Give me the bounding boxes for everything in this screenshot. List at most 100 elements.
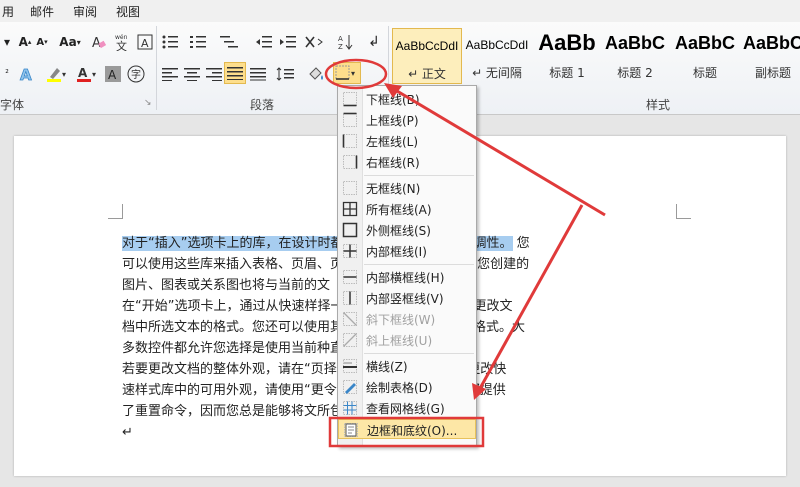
clear-formatting-icon[interactable]: A (88, 32, 108, 52)
body-text: 可以使用这些库来插入表格、页眉、页 (122, 257, 344, 272)
shrink-font-button[interactable]: A ▾ (34, 32, 50, 52)
menu-item-border-all[interactable]: 所有框线(A) (338, 199, 476, 219)
body-text: 若要更改文档的整体外观，请在“页 (122, 362, 324, 377)
menu-item-draw-table[interactable]: 绘制表格(D) (338, 377, 476, 397)
svg-text:A: A (108, 68, 117, 82)
border-top-icon (343, 112, 357, 127)
svg-text:Z: Z (338, 43, 343, 50)
menu-item-label: 右框线(R) (366, 156, 420, 170)
show-marks-icon[interactable]: ↲ (364, 32, 384, 52)
draw-table-icon (343, 380, 357, 394)
margin-corner-top-right (676, 204, 691, 219)
align-right-icon[interactable] (204, 64, 224, 84)
tab-mailings[interactable]: 邮件 (30, 3, 54, 20)
borders-dropdown-button[interactable]: ▾ (333, 62, 361, 84)
border-left-icon (342, 134, 357, 148)
justify-button[interactable] (224, 62, 246, 84)
diagonal-up-icon (343, 333, 357, 347)
menu-item-borders-shading[interactable]: 边框和底纹(O)... (338, 419, 476, 439)
font-dialog-launcher-icon[interactable]: ↘ (144, 98, 152, 108)
style-normal[interactable]: AaBbCcDdI ↵ 正文 (392, 28, 462, 84)
body-text: 多数控件都允许您选择是使用当前 (122, 341, 318, 356)
menu-item-diagonal-up: 斜上框线(U) (338, 330, 476, 350)
superscript-icon[interactable]: ² (0, 64, 14, 84)
menu-item-border-inside-vertical[interactable]: 内部竖框线(V) (338, 288, 476, 308)
tab-use[interactable]: 用 (2, 3, 14, 20)
distributed-align-icon[interactable] (248, 64, 268, 84)
body-text: 档中所选文本的格式。您还可以使用 (122, 320, 331, 335)
menu-item-label: 下框线(B) (366, 93, 420, 107)
enclose-characters-icon[interactable]: 字 (126, 64, 146, 84)
body-text: ↵ (122, 425, 133, 440)
highlight-swatch (47, 79, 61, 82)
multilevel-list-icon[interactable] (218, 32, 244, 52)
border-inside-vertical-icon (343, 291, 357, 305)
tab-view[interactable]: 视图 (116, 3, 140, 20)
sort-icon[interactable]: AZ (336, 32, 356, 52)
body-text: 图片、图表或关系图也将与当前的文 (122, 278, 331, 293)
menu-item-border-inside-horizontal[interactable]: 内部横框线(H) (338, 267, 476, 287)
line-spacing-icon[interactable] (274, 64, 300, 84)
svg-text:A: A (20, 66, 32, 83)
menu-item-label: 左框线(L) (366, 135, 419, 149)
character-shading-icon[interactable]: A (104, 64, 122, 84)
border-all-icon (342, 201, 358, 217)
text-effects-icon[interactable]: A (18, 64, 40, 84)
menu-item-view-gridlines[interactable]: 查看网格线(G) (338, 398, 476, 418)
highlight-color-icon[interactable]: ▾ (44, 64, 70, 84)
menu-item-border-bottom[interactable]: 下框线(B) (338, 89, 476, 109)
svg-text:A: A (338, 35, 343, 43)
font-size-dropdown-icon[interactable]: ▾ (0, 32, 14, 52)
border-inside-horizontal-icon (343, 270, 357, 284)
align-left-icon[interactable] (160, 64, 180, 84)
chinese-layout-icon[interactable] (302, 32, 326, 52)
svg-text:▾: ▾ (351, 69, 355, 78)
border-bottom-icon (343, 92, 357, 107)
menu-item-label: 无框线(N) (366, 182, 421, 196)
menu-item-label: 外侧框线(S) (366, 224, 431, 238)
group-label-font: 字体 (0, 98, 25, 112)
svg-text:▾: ▾ (92, 70, 96, 79)
view-gridlines-icon (343, 401, 357, 415)
menu-item-label: 边框和底纹(O)... (367, 424, 458, 438)
border-outside-icon (342, 222, 358, 238)
body-text: 了重置命令，因而您总是能够将文 (122, 404, 318, 419)
numbering-icon[interactable] (188, 32, 212, 52)
menu-item-label: 内部横框线(H) (366, 271, 445, 285)
menu-item-label: 所有框线(A) (366, 203, 432, 217)
style-subtitle[interactable]: AaBbC 副标题 (738, 28, 800, 84)
menu-item-label: 内部竖框线(V) (366, 292, 444, 306)
diagonal-down-icon (343, 312, 357, 326)
menu-item-border-left[interactable]: 左框线(L) (338, 131, 476, 151)
menu-item-border-right[interactable]: 右框线(R) (338, 152, 476, 172)
shading-icon[interactable] (306, 64, 328, 84)
align-center-icon[interactable] (182, 64, 202, 84)
increase-indent-icon[interactable] (278, 32, 298, 52)
menu-item-border-inside[interactable]: 内部框线(I) (338, 241, 476, 261)
menu-item-border-none[interactable]: 无框线(N) (338, 178, 476, 198)
style-title[interactable]: AaBbC 标题 (670, 28, 740, 84)
ribbon-tab-bar: 用 邮件 审阅 视图 (0, 0, 800, 22)
menu-item-border-outside[interactable]: 外侧框线(S) (338, 220, 476, 240)
margin-corner-top-left (108, 204, 123, 219)
bullets-icon[interactable] (160, 32, 182, 52)
style-heading-2[interactable]: AaBbC 标题 2 (600, 28, 670, 84)
grow-font-button[interactable]: A ▴ (16, 32, 34, 52)
phonetic-guide-icon[interactable]: wén 文 (112, 32, 134, 52)
change-case-button[interactable]: Aa ▾ (58, 32, 82, 52)
font-color-icon[interactable]: A ▾ (74, 64, 100, 84)
menu-item-label: 上框线(P) (366, 114, 419, 128)
style-no-spacing[interactable]: AaBbCcDdI ↵ 无间隔 (462, 28, 532, 84)
tab-review[interactable]: 审阅 (73, 3, 97, 20)
menu-item-label: 内部框线(I) (366, 245, 427, 259)
character-border-icon[interactable]: A (136, 32, 154, 52)
borders-menu: 下框线(B) 上框线(P) 左框线(L) 右框线(R) 无框线(N) 所有框线(A) 外侧框… (337, 85, 477, 447)
menu-item-label: 查看网格线(G) (366, 402, 445, 416)
svg-text:A: A (92, 36, 101, 50)
group-label-paragraph: 段落 (250, 98, 275, 112)
menu-item-border-top[interactable]: 上框线(P) (338, 110, 476, 130)
menu-item-horizontal-line[interactable]: 横线(Z) (338, 356, 476, 376)
selected-text: 对于“插入”选项卡上的库，在设计时都 (122, 236, 344, 251)
style-heading-1[interactable]: AaBb 标题 1 (532, 28, 602, 84)
decrease-indent-icon[interactable] (254, 32, 274, 52)
